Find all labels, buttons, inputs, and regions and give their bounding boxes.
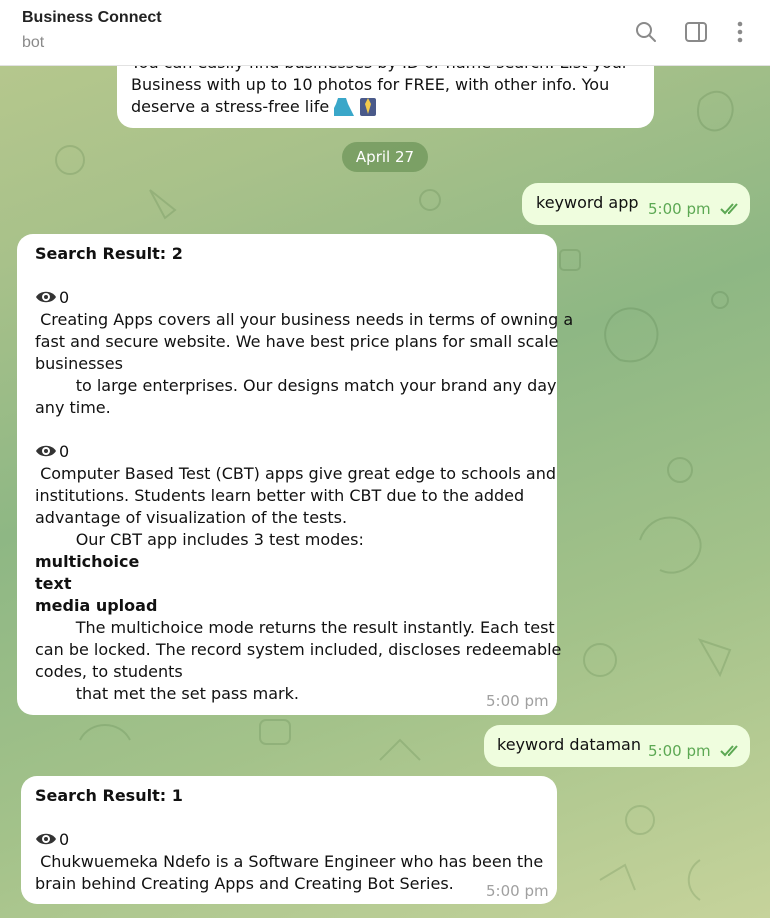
intro-line-2: Business with up to 10 photos for FREE, …: [131, 75, 610, 94]
test-mode-media-upload: media upload: [35, 596, 158, 615]
search-result-1-message[interactable]: Search Result: 1 0 Chukwuemeka Ndefo is …: [21, 776, 557, 904]
chat-header: Business Connect bot: [0, 0, 770, 66]
double-check-icon: [720, 745, 738, 757]
message-time: 5:00 pm: [648, 742, 711, 760]
message-time: 5:00 pm: [648, 200, 711, 218]
test-mode-text: text: [35, 574, 72, 593]
test-mode-multichoice: multichoice: [35, 552, 140, 571]
dress-and-suit-emoji: [330, 98, 377, 116]
entry1-line-4: to large enterprises. Our designs match …: [35, 376, 557, 395]
more-vertical-icon[interactable]: [725, 17, 755, 47]
message-text: keyword app: [536, 193, 639, 212]
outgoing-message-keyword-app[interactable]: keyword app 5:00 pm: [522, 183, 750, 225]
view-count: 0: [59, 830, 70, 849]
outgoing-message-keyword-dataman[interactable]: keyword dataman 5:00 pm: [484, 725, 750, 767]
result-title: Search Result: 2: [35, 244, 183, 263]
date-separator: April 27: [342, 142, 428, 172]
intro-line-3: deserve a stress-free life: [131, 96, 378, 118]
entry2-line-8: that met the set pass mark.: [35, 684, 299, 703]
result1-line-1: Chukwuemeka Ndefo is a Software Engineer…: [35, 852, 544, 871]
entry1-line-5: any time.: [35, 398, 111, 417]
double-check-icon: [720, 203, 738, 215]
search-result-2-message[interactable]: Search Result: 2 0 Creating Apps covers …: [17, 234, 573, 715]
view-count: 0: [59, 288, 70, 307]
eye-icon: [36, 445, 56, 457]
entry2-line-2: institutions. Students learn better with…: [35, 486, 525, 505]
entry1-line-1: Creating Apps covers all your business n…: [35, 310, 574, 329]
entry2-line-7: codes, to students: [35, 662, 183, 681]
message-time: 5:00 pm: [486, 882, 549, 900]
chat-title[interactable]: Business Connect: [22, 9, 162, 27]
entry1-line-2: fast and secure website. We have best pr…: [35, 332, 559, 351]
entry2-line-4: Our CBT app includes 3 test modes:: [35, 530, 364, 549]
message-text: keyword dataman: [497, 735, 641, 754]
message-time: 5:00 pm: [486, 692, 549, 710]
entry2-line-5: The multichoice mode returns the result …: [35, 618, 555, 637]
entry1-line-3: businesses: [35, 354, 123, 373]
result1-line-2: brain behind Creating Apps and Creating …: [35, 874, 454, 893]
entry2-line-6: can be locked. The record system include…: [35, 640, 562, 659]
eye-icon: [36, 833, 56, 845]
eye-icon: [36, 291, 56, 303]
entry2-line-3: advantage of visualization of the tests.: [35, 508, 348, 527]
result-title: Search Result: 1: [35, 786, 183, 805]
sidebar-toggle-icon[interactable]: [681, 17, 711, 47]
search-icon[interactable]: [631, 17, 661, 47]
view-count: 0: [59, 442, 70, 461]
entry2-line-1: Computer Based Test (CBT) apps give grea…: [35, 464, 556, 483]
chat-status: bot: [22, 34, 45, 51]
